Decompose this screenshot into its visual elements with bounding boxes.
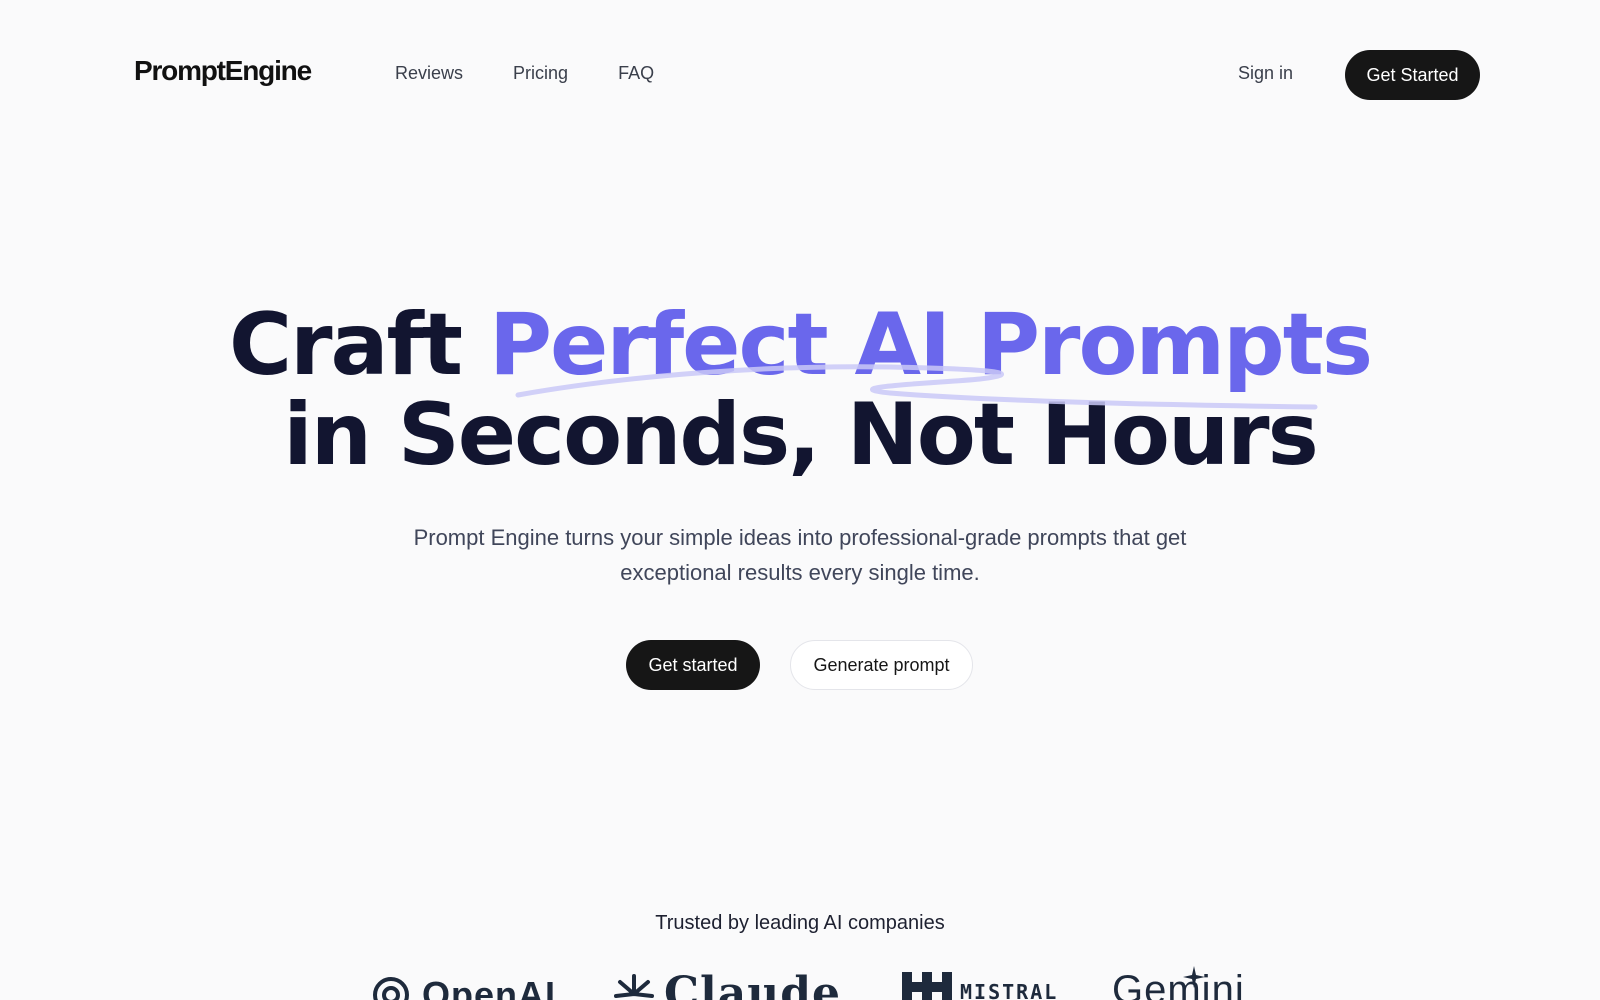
top-navigation: PromptEngine Reviews Pricing FAQ Sign in… [0, 0, 1600, 150]
mistral-wordmark: MISTRAL [960, 980, 1059, 1000]
hero-title-part1: Craft [228, 295, 489, 395]
hero-title-accent: Perfect AI Prompts [488, 295, 1373, 395]
claude-wordmark: Claude [664, 968, 841, 1000]
hero-title-line2: in Seconds, Not Hours [283, 385, 1319, 485]
hero-subtitle: Prompt Engine turns your simple ideas in… [413, 525, 1187, 585]
company-logos: OpenAI Claude MISTRAL Gemini [0, 966, 1600, 1000]
nav-link-reviews[interactable]: Reviews [395, 63, 463, 84]
mistral-logo: MISTRAL [902, 972, 1058, 1000]
get-started-nav-button[interactable]: Get Started [1345, 50, 1480, 100]
sign-in-link[interactable]: Sign in [1238, 63, 1293, 84]
generate-prompt-button[interactable]: Generate prompt [790, 640, 973, 690]
claude-logo: Claude [612, 972, 841, 1000]
brand-logo[interactable]: PromptEngine [134, 55, 312, 87]
trusted-heading: Trusted by leading AI companies [655, 912, 945, 934]
gemini-sparkle-icon [1182, 966, 1205, 988]
openai-icon [373, 977, 409, 1000]
openai-logo: OpenAI [368, 972, 556, 1000]
hero-title: Craft Perfect AI Prompts in Seconds, Not… [0, 300, 1600, 480]
openai-wordmark: OpenAI [422, 974, 557, 1000]
nav-link-pricing[interactable]: Pricing [513, 63, 568, 84]
gemini-logo: Gemini [1112, 966, 1244, 1000]
mistral-icon [902, 972, 952, 1000]
nav-links: Reviews Pricing FAQ [395, 63, 704, 84]
claude-starburst-icon [614, 974, 654, 998]
get-started-button[interactable]: Get started [626, 640, 760, 690]
gemini-wordmark: Gemini [1112, 968, 1245, 1000]
nav-link-faq[interactable]: FAQ [618, 63, 654, 84]
